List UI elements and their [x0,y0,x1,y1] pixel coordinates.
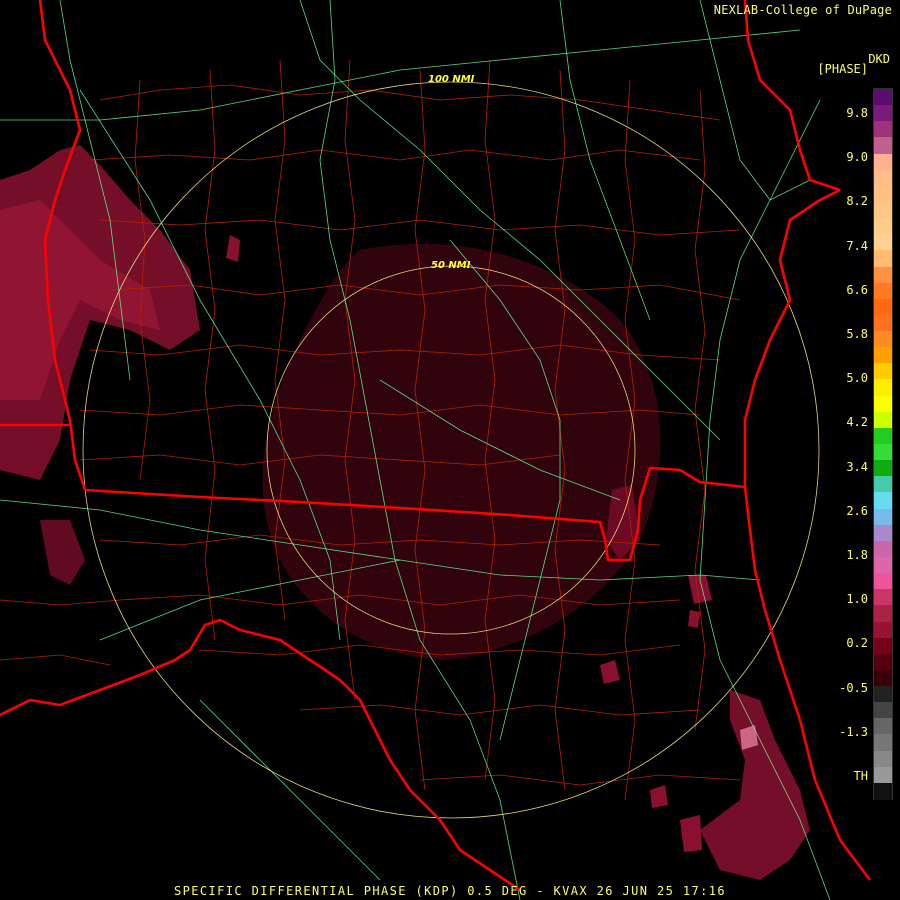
legend-tick-label: 7.4 [846,238,868,253]
legend-tick-label: -1.3 [839,724,868,739]
legend-tick-label: 0.2 [846,636,868,651]
legend-tick-label: 4.2 [846,415,868,430]
legend-tick-label: 5.8 [846,327,868,341]
legend-tick-label: 5.0 [846,371,868,386]
legend-ticks: 9.8 9.0 8.2 7.4 6.6 5.8 5.0 4.2 3.4 2.6 1.8 1.0 0.2 -… [0,0,900,900]
product-caption: SPECIFIC DIFFERENTIAL PHASE (KDP) 0.5 DE… [174,884,726,898]
radar-display: 100 NMI 50 NMI NEXLAB-College of DuPage … [0,0,900,900]
legend-tick-label: 3.4 [846,459,868,474]
legend-tick-label: 2.6 [846,503,868,518]
legend-tick-label: -0.5 [839,680,868,695]
legend-tick-label: 9.0 [846,150,868,165]
legend-tick-label: 8.2 [846,194,868,209]
legend-tick-label: 1.0 [846,592,868,607]
legend-tick-label: 9.8 [846,106,868,120]
legend-tick-label: TH [853,769,868,783]
legend-tick-label: 6.6 [846,282,868,297]
legend-tick-label: 1.8 [846,548,868,562]
